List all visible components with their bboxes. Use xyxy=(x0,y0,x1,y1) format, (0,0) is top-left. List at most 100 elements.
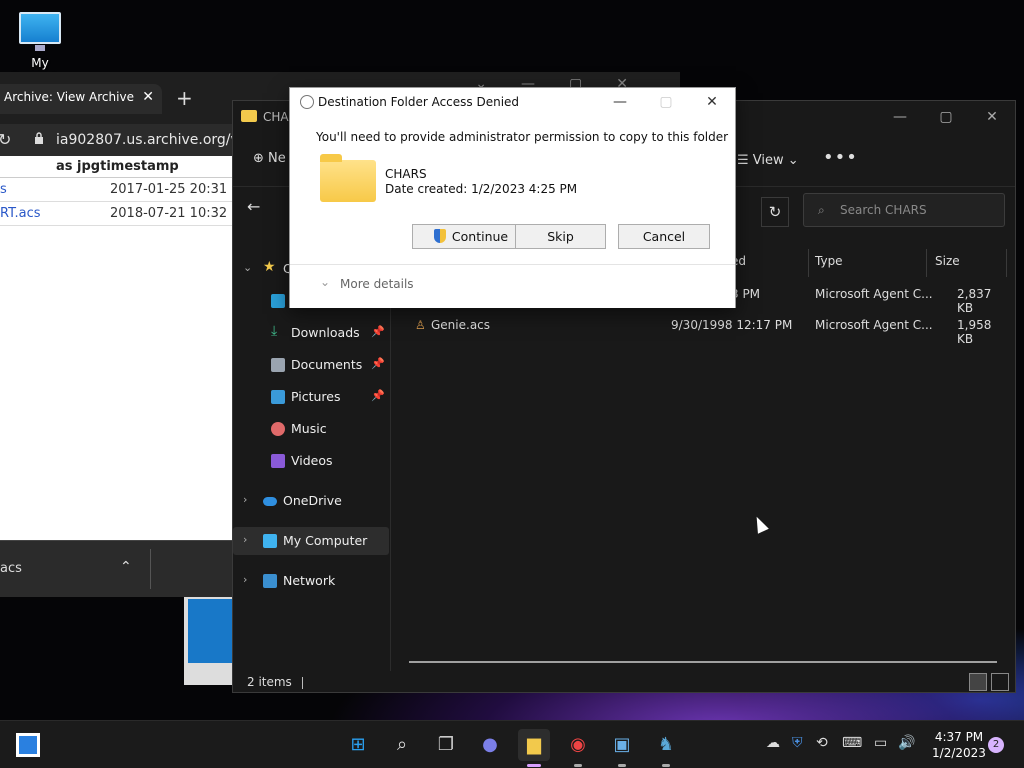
continue-button[interactable]: Continue xyxy=(412,224,530,249)
close-tab-icon[interactable]: ✕ xyxy=(142,89,154,105)
tiles-view-icon[interactable] xyxy=(991,673,1009,691)
folder-name: CHARS xyxy=(385,167,427,181)
reload-icon[interactable]: ↻ xyxy=(0,130,11,149)
widgets-icon[interactable] xyxy=(16,733,40,757)
active-indicator xyxy=(527,764,541,767)
search-input[interactable]: ⌕ Search CHARS xyxy=(803,193,1005,227)
continue-label: Continue xyxy=(451,229,509,244)
new-button[interactable]: ⊕ Ne xyxy=(253,151,286,166)
back-arrow-icon[interactable]: ← xyxy=(247,197,260,216)
cloud-offline-icon[interactable]: ☁ xyxy=(766,735,780,751)
volume-icon[interactable]: 🔊 xyxy=(898,735,915,751)
notification-badge[interactable]: 2 xyxy=(988,737,1004,753)
minimize-button[interactable]: — xyxy=(597,88,643,116)
sidebar-item-my-computer[interactable]: › My Computer xyxy=(233,527,389,555)
sync-icon[interactable]: ⟲ xyxy=(816,735,828,751)
agent-file-icon: ♙ xyxy=(415,318,426,332)
sidebar-item-label: Music xyxy=(291,421,327,436)
view-toggle xyxy=(969,673,1009,691)
skip-button[interactable]: Skip xyxy=(515,224,606,249)
chevron-up-icon[interactable]: ⌃ xyxy=(120,559,132,575)
maximize-button: ▢ xyxy=(659,94,673,110)
chevron-down-icon[interactable]: ⌄ xyxy=(243,261,252,274)
browser-tab[interactable]: Archive: View Archive ✕ xyxy=(0,84,162,114)
sidebar-item-network[interactable]: › Network xyxy=(233,567,389,595)
search-icon[interactable]: ⌕ xyxy=(386,729,418,761)
sidebar-item-videos[interactable]: Videos xyxy=(233,447,389,475)
sidebar-item-pictures[interactable]: Pictures 📌 xyxy=(233,383,389,411)
chevron-right-icon[interactable]: › xyxy=(243,493,247,506)
network-tray-icon[interactable]: ▭ xyxy=(874,735,887,751)
chevron-right-icon[interactable]: › xyxy=(243,533,247,546)
refresh-button[interactable]: ↻ xyxy=(761,197,789,227)
clock-icon xyxy=(300,95,314,109)
system-clock[interactable]: 4:37 PM 1/2/2023 xyxy=(924,729,994,761)
chevron-right-icon[interactable]: › xyxy=(243,573,247,586)
close-button[interactable]: ✕ xyxy=(969,101,1015,133)
more-options-icon[interactable]: ••• xyxy=(823,147,858,168)
file-name: Genie.acs xyxy=(431,318,491,332)
maximize-button[interactable]: ▢ xyxy=(923,101,969,133)
column-header-date[interactable]: ed xyxy=(725,249,809,277)
view-button[interactable]: ☰ View ⌄ xyxy=(737,153,799,168)
column-header-type[interactable]: Type xyxy=(809,249,927,277)
chevron-down-icon[interactable]: ⌄ xyxy=(320,275,330,289)
shield-icon xyxy=(433,229,446,243)
sidebar-item-documents[interactable]: Documents 📌 xyxy=(233,351,389,379)
video-icon xyxy=(271,454,285,468)
dialog-title-bar: Destination Folder Access Denied — ▢ ✕ xyxy=(290,88,735,116)
background-window-peek xyxy=(184,597,234,685)
running-indicator xyxy=(618,764,626,767)
computer-icon xyxy=(19,12,61,51)
status-bar: 2 items xyxy=(247,675,303,689)
chrome-taskbar-icon[interactable]: ◉ xyxy=(562,729,594,767)
search-icon: ⌕ xyxy=(818,203,825,217)
close-button[interactable]: ✕ xyxy=(689,88,735,116)
file-link[interactable]: RT.acs xyxy=(0,206,41,221)
details-view-icon[interactable] xyxy=(969,673,987,691)
lock-icon xyxy=(35,132,43,144)
file-link[interactable]: s xyxy=(0,182,7,197)
sidebar-item-label: My Computer xyxy=(283,533,368,548)
dialog-message: You'll need to provide administrator per… xyxy=(316,130,729,144)
table-row[interactable]: ♙ Genie.acs 9/30/1998 12:17 PM Microsoft… xyxy=(409,310,1009,346)
sidebar-item-music[interactable]: Music xyxy=(233,415,389,443)
file-timestamp: 2017-01-25 20:31 xyxy=(110,182,228,197)
new-tab-icon[interactable]: + xyxy=(176,86,193,110)
cancel-button[interactable]: Cancel xyxy=(618,224,710,249)
search-placeholder: Search CHARS xyxy=(840,203,927,217)
sidebar-item-downloads[interactable]: ⤓ Downloads 📌 xyxy=(233,319,389,347)
start-button[interactable]: ⊞ xyxy=(342,729,374,761)
pin-icon[interactable]: 📌 xyxy=(371,357,385,370)
image-viewer-taskbar-icon[interactable]: ▣ xyxy=(606,729,638,767)
pin-icon[interactable]: 📌 xyxy=(371,389,385,402)
view-button-label: View xyxy=(752,153,784,168)
clock-time: 4:37 PM xyxy=(934,730,984,744)
dialog-title: Destination Folder Access Denied xyxy=(318,95,520,109)
clock-date: 1/2/2023 xyxy=(932,746,986,760)
divider xyxy=(301,676,303,689)
task-view-icon[interactable]: ❐ xyxy=(430,729,462,761)
folder-icon xyxy=(320,154,376,202)
access-denied-dialog[interactable]: Destination Folder Access Denied — ▢ ✕ Y… xyxy=(289,87,736,308)
security-shield-icon[interactable]: ⛨ xyxy=(792,735,803,751)
sidebar-item-onedrive[interactable]: › OneDrive xyxy=(233,487,389,515)
browser-tab-title: Archive: View Archive xyxy=(4,90,134,104)
taskbar: ⊞ ⌕ ❐ ● ▆ ◉ ▣ ♞ ☁ ⛨ ⟲ ⌨ ▭ 🔊 4:37 PM 1/2/… xyxy=(0,720,1024,768)
horizontal-scrollbar[interactable] xyxy=(409,661,997,663)
folder-date: Date created: 1/2/2023 4:25 PM xyxy=(385,182,578,196)
sidebar-item-label: Pictures xyxy=(291,389,341,404)
column-header-size[interactable]: Size xyxy=(929,249,1007,277)
network-icon xyxy=(263,574,277,588)
download-file-name[interactable]: acs xyxy=(0,561,22,576)
browser-page: as jpgtimestamp s 2017-01-25 20:31 RT.ac… xyxy=(0,156,232,540)
item-count: 2 items xyxy=(247,675,292,689)
chat-icon[interactable]: ● xyxy=(474,729,506,761)
file-explorer-taskbar-icon[interactable]: ▆ xyxy=(518,729,550,767)
minimize-button[interactable]: — xyxy=(877,101,923,133)
table-row: s 2017-01-25 20:31 xyxy=(0,178,232,202)
agent-taskbar-icon[interactable]: ♞ xyxy=(650,729,682,767)
pin-icon[interactable]: 📌 xyxy=(371,325,385,338)
more-details-link[interactable]: More details xyxy=(340,277,414,291)
keyboard-icon[interactable]: ⌨ xyxy=(842,735,862,751)
